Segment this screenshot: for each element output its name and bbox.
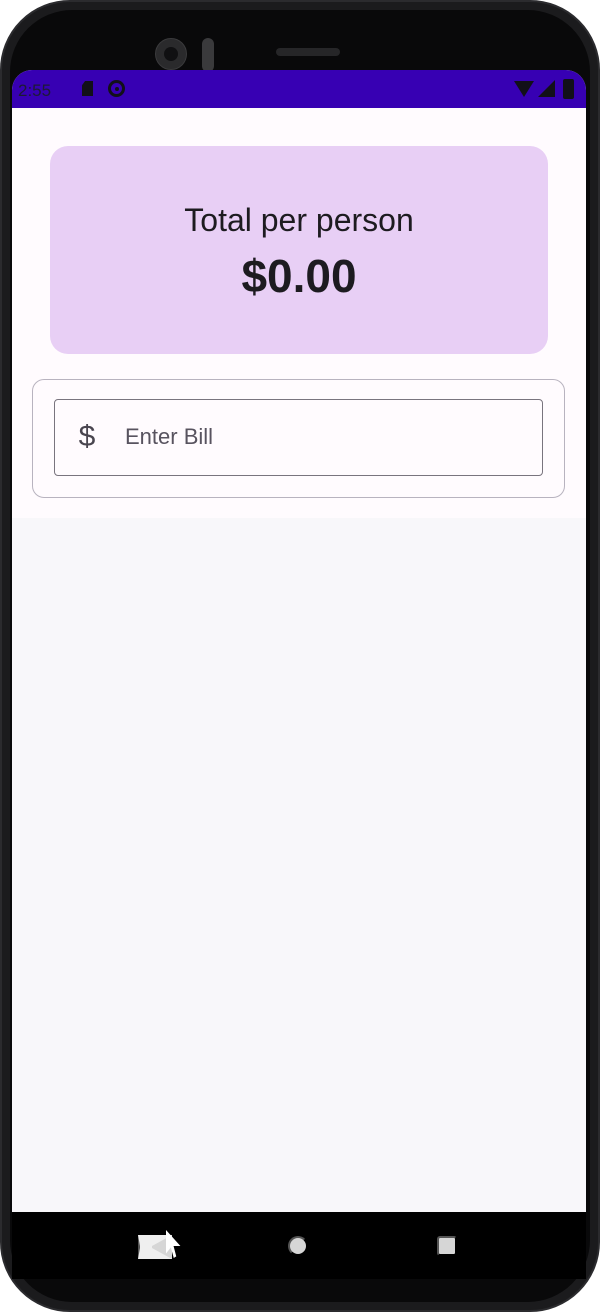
- sim-card-icon: [82, 81, 93, 96]
- bill-text-field[interactable]: $: [54, 399, 543, 476]
- proximity-sensor-icon: [202, 38, 214, 72]
- android-navigation-bar: [12, 1212, 586, 1279]
- bill-entry-card: $: [32, 379, 565, 498]
- total-per-person-label: Total per person: [184, 202, 414, 238]
- tip-calculator-content: Total per person $0.00 $: [12, 108, 586, 518]
- earpiece-speaker-icon: [276, 48, 340, 56]
- battery-icon: [563, 79, 574, 99]
- recent-apps-icon[interactable]: [437, 1236, 457, 1256]
- status-time: 2:55: [18, 81, 52, 100]
- total-per-person-amount: $0.00: [241, 250, 357, 302]
- cellular-signal-icon: [538, 80, 555, 97]
- total-per-person-card: Total per person $0.00: [50, 146, 548, 354]
- wifi-icon: [514, 81, 534, 97]
- bill-input[interactable]: [125, 414, 515, 460]
- front-camera-icon: [155, 38, 187, 70]
- status-bar: 2:55: [12, 70, 586, 108]
- phone-screen: 2:55 Total per person $0.00 $: [12, 70, 586, 1278]
- home-icon[interactable]: [288, 1236, 308, 1256]
- sync-icon: [108, 80, 125, 97]
- dollar-sign-icon: $: [78, 420, 96, 453]
